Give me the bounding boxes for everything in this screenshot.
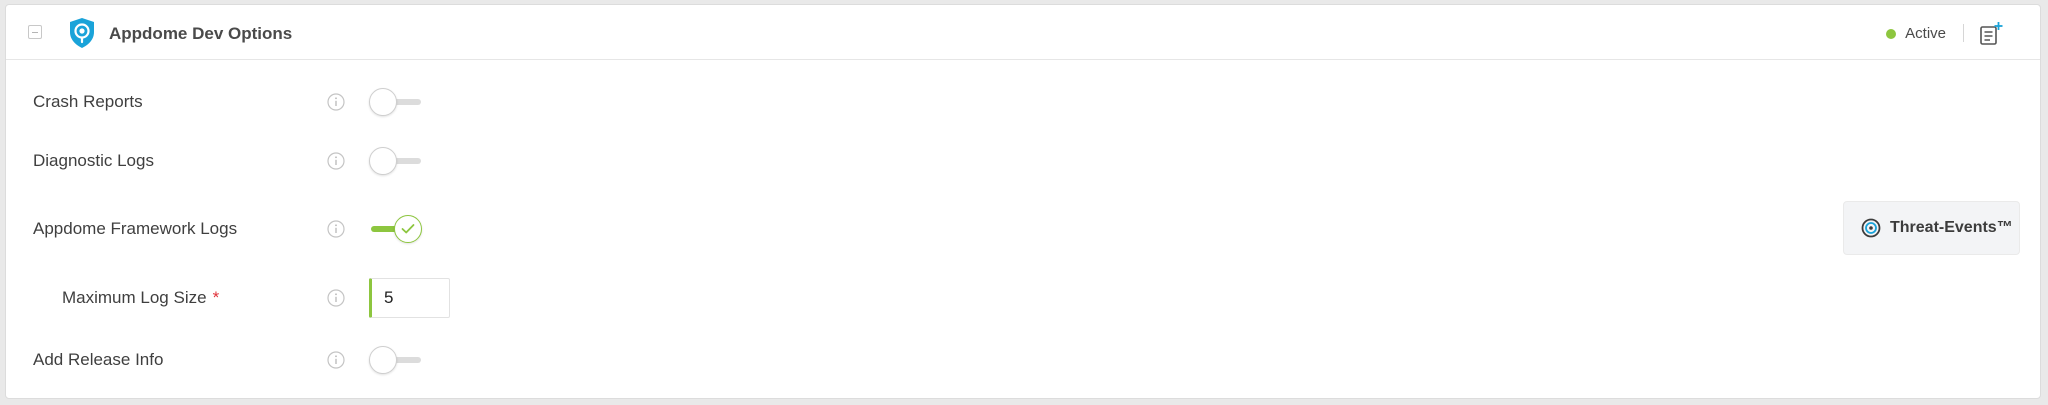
threat-events-button[interactable]: Threat-Events™ [1843, 201, 2020, 255]
option-row-release-info: Add Release Info [6, 340, 2040, 380]
option-label: Diagnostic Logs [33, 151, 154, 170]
option-row-framework-logs: Appdome Framework Logs [6, 209, 2040, 249]
target-icon [1861, 218, 1881, 238]
header-divider [1963, 24, 1964, 42]
check-icon [401, 224, 415, 234]
dev-options-panel: Appdome Dev Options Active Crash Reports [5, 4, 2041, 399]
add-note-icon[interactable] [1978, 21, 2004, 47]
toggle-knob [369, 346, 397, 374]
option-row-crash-reports: Crash Reports [6, 82, 2040, 122]
toggle-knob [369, 147, 397, 175]
option-label: Maximum Log Size [62, 288, 207, 307]
framework-logs-toggle[interactable] [369, 215, 425, 243]
shield-pin-icon [70, 18, 94, 48]
page-title: Appdome Dev Options [109, 24, 293, 43]
option-row-max-log-size: Maximum Log Size * [6, 278, 2040, 318]
option-label: Crash Reports [33, 92, 143, 111]
collapse-minus-icon[interactable] [28, 25, 42, 39]
crash-reports-toggle[interactable] [369, 88, 425, 116]
status-indicator: Active [1886, 25, 1946, 42]
toggle-knob [369, 88, 397, 116]
required-marker: * [212, 288, 220, 307]
option-label: Add Release Info [33, 350, 164, 369]
info-icon[interactable] [327, 351, 345, 369]
status-label: Active [1905, 25, 1946, 42]
info-icon[interactable] [327, 289, 345, 307]
status-dot [1886, 28, 1897, 39]
toggle-knob [394, 215, 422, 243]
option-label-wrap: Maximum Log Size * [62, 288, 219, 308]
option-label: Appdome Framework Logs [33, 219, 238, 238]
release-info-toggle[interactable] [369, 346, 425, 374]
diagnostic-logs-toggle[interactable] [369, 147, 425, 175]
max-log-size-input[interactable] [369, 278, 450, 318]
info-icon[interactable] [327, 220, 345, 238]
panel-header: Appdome Dev Options Active [6, 5, 2040, 60]
option-row-diagnostic-logs: Diagnostic Logs [6, 141, 2040, 181]
info-icon[interactable] [327, 152, 345, 170]
threat-events-label: Threat-Events™ [1890, 219, 2013, 236]
info-icon[interactable] [327, 93, 345, 111]
